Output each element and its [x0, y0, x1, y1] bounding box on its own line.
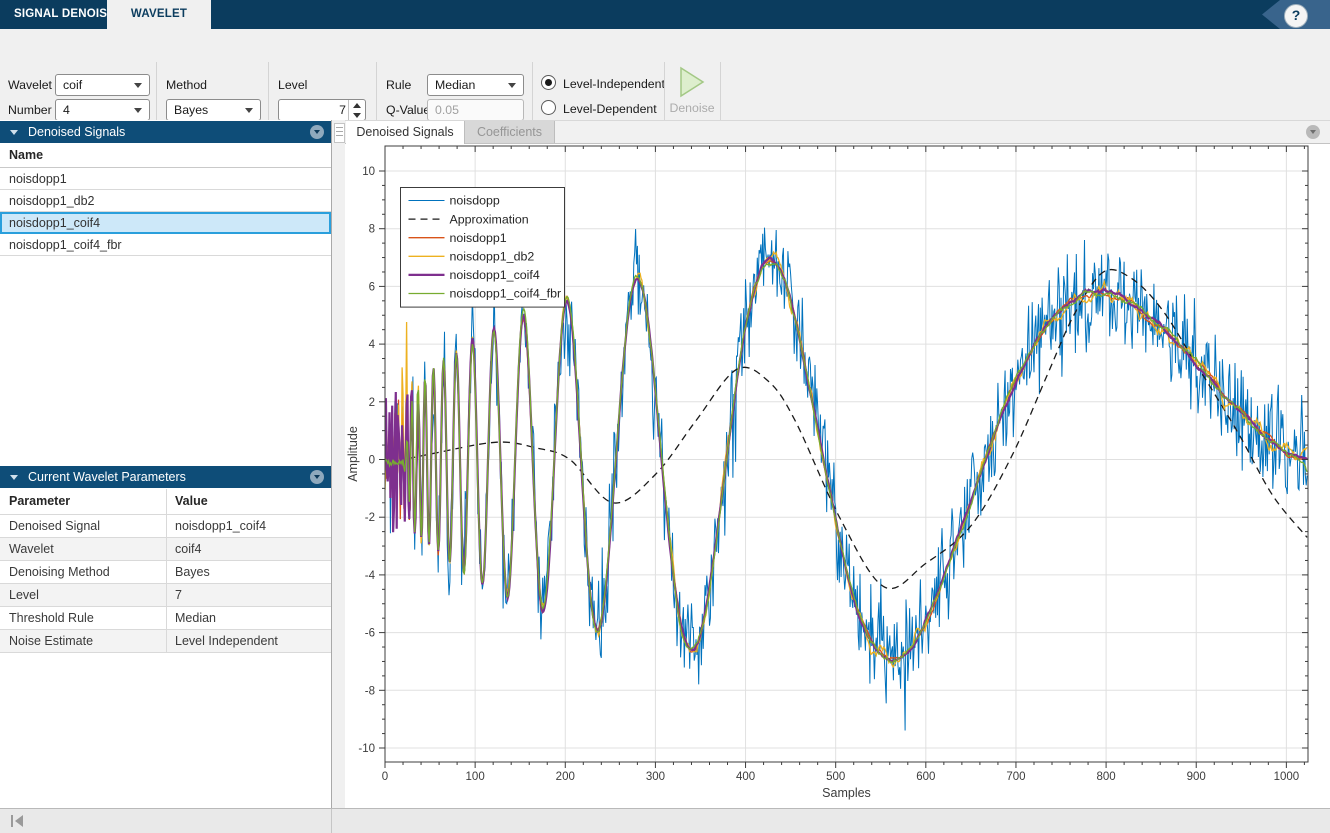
wavelet-label: Wavelet	[8, 74, 52, 96]
qvalue-label: Q-Value	[386, 99, 430, 121]
panel-splitter[interactable]	[332, 120, 345, 808]
spinner-up-icon[interactable]	[349, 100, 365, 110]
y-axis-label: Amplitude	[346, 426, 360, 482]
collapse-left-icon	[15, 815, 23, 827]
y-tick-label: 4	[369, 339, 376, 351]
tab-wavelet[interactable]: WAVELET	[107, 0, 211, 29]
qvalue-input[interactable]: 0.05	[427, 99, 524, 121]
denoised-signals-chart[interactable]: 01002003004005006007008009001000-10-8-6-…	[345, 142, 1330, 806]
parameters-table: ParameterValueDenoised Signalnoisdopp1_c…	[0, 489, 331, 653]
signals-list: noisdopp1noisdopp1_db2noisdopp1_coif4noi…	[0, 168, 331, 256]
wavelet-dropdown[interactable]: coif	[55, 74, 150, 96]
legend-entry: Approximation	[450, 212, 529, 226]
list-item[interactable]: noisdopp1_coif4	[0, 212, 331, 234]
status-bar-divider	[331, 809, 332, 833]
chevron-down-icon	[134, 83, 142, 88]
level-spinner[interactable]: 7	[278, 99, 366, 121]
method-dropdown[interactable]: Bayes	[166, 99, 261, 121]
method-label: Method	[166, 74, 207, 96]
radio-selected-icon	[541, 75, 556, 90]
x-tick-label: 700	[1006, 771, 1025, 783]
plot-tab-denoised-signals[interactable]: Denoised Signals	[346, 121, 465, 144]
legend-entry: noisdopp	[450, 194, 500, 208]
y-tick-label: 2	[369, 397, 375, 409]
table-row: Level7	[0, 584, 331, 607]
table-row: Denoising MethodBayes	[0, 561, 331, 584]
collapse-chevron-icon[interactable]	[10, 130, 18, 135]
level-value: 7	[339, 100, 346, 120]
wavelet-parameters-panel-header[interactable]: Current Wavelet Parameters	[0, 466, 331, 488]
denoise-button-label: Denoise	[664, 101, 720, 115]
help-icon: ?	[1292, 7, 1301, 23]
panel-title: Denoised Signals	[28, 121, 125, 143]
y-tick-label: -8	[365, 685, 375, 697]
legend-entry: noisdopp1	[450, 231, 507, 245]
status-bar	[0, 808, 1330, 833]
x-tick-label: 800	[1097, 771, 1116, 783]
y-tick-label: 8	[369, 224, 375, 236]
chevron-down-icon	[245, 108, 253, 113]
list-item[interactable]: noisdopp1	[0, 168, 331, 190]
list-item[interactable]: noisdopp1_db2	[0, 190, 331, 212]
y-tick-label: -2	[365, 512, 375, 524]
table-header-row: ParameterValue	[0, 489, 331, 515]
y-tick-label: 0	[369, 455, 375, 467]
toolstrip-tab-bar: SIGNAL DENOISER WAVELET ?	[0, 0, 1330, 29]
x-tick-label: 600	[916, 771, 935, 783]
plot-panel-menu-icon[interactable]	[1306, 125, 1320, 139]
y-tick-label: -6	[365, 628, 375, 640]
plot-tab-strip: Denoised SignalsCoefficients	[345, 120, 1330, 144]
list-item[interactable]: noisdopp1_coif4_fbr	[0, 234, 331, 256]
wavelet-signal-denoiser-app: SIGNAL DENOISER WAVELET ? Wavelet coif N…	[0, 0, 1330, 833]
level-label: Level	[278, 74, 307, 96]
denoised-signals-panel-header[interactable]: Denoised Signals	[0, 121, 331, 143]
spinner-down-icon[interactable]	[349, 110, 365, 120]
legend-entry: noisdopp1_coif4	[450, 268, 540, 282]
x-tick-label: 0	[382, 771, 388, 783]
plot-panel: Denoised SignalsCoefficients 01002003004…	[345, 120, 1330, 808]
table-row: Noise EstimateLevel Independent	[0, 630, 331, 653]
number-dropdown[interactable]: 4	[55, 99, 150, 121]
chevron-down-icon	[134, 108, 142, 113]
panel-menu-icon[interactable]	[310, 470, 324, 484]
panel-menu-icon[interactable]	[310, 125, 324, 139]
radio-level-independent[interactable]: Level-Independent	[541, 75, 665, 93]
x-tick-label: 900	[1187, 771, 1206, 783]
help-button[interactable]: ?	[1284, 4, 1308, 28]
denoise-button[interactable]: Denoise	[664, 63, 720, 123]
rule-label: Rule	[386, 74, 411, 96]
chevron-down-icon	[508, 83, 516, 88]
signals-column-header: Name	[0, 143, 331, 168]
legend: noisdopp Approximation noisdopp1 noisdopp1_…	[401, 188, 565, 308]
radio-unselected-icon	[541, 100, 556, 115]
x-tick-label: 200	[556, 771, 575, 783]
splitter-grip-icon[interactable]	[334, 123, 345, 143]
x-tick-label: 100	[466, 771, 485, 783]
y-tick-label: 10	[362, 166, 375, 178]
legend-entry: noisdopp1_coif4_fbr	[450, 287, 562, 301]
collapse-left-panel-button[interactable]	[11, 815, 25, 827]
play-icon	[675, 65, 709, 99]
x-tick-label: 1000	[1274, 771, 1300, 783]
rule-dropdown[interactable]: Median	[427, 74, 524, 96]
x-axis-label: Samples	[822, 786, 871, 800]
y-tick-label: -4	[365, 570, 376, 582]
panel-title: Current Wavelet Parameters	[28, 466, 186, 488]
table-row: Waveletcoif4	[0, 538, 331, 561]
plot-tab-coefficients[interactable]: Coefficients	[465, 121, 555, 143]
x-tick-label: 500	[826, 771, 845, 783]
left-panel-column: Denoised Signals Name noisdopp1noisdopp1…	[0, 120, 332, 808]
table-row: Denoised Signalnoisdopp1_coif4	[0, 515, 331, 538]
x-tick-label: 400	[736, 771, 755, 783]
collapse-chevron-icon[interactable]	[10, 475, 18, 480]
table-row: Threshold RuleMedian	[0, 607, 331, 630]
legend-entry: noisdopp1_db2	[450, 250, 535, 264]
y-tick-label: 6	[369, 281, 375, 293]
x-tick-label: 300	[646, 771, 665, 783]
y-tick-label: -10	[358, 743, 375, 755]
number-label: Number	[8, 99, 52, 121]
ribbon: Wavelet coif Number 4 WAVELET Method Bay…	[0, 29, 1330, 121]
radio-level-dependent[interactable]: Level-Dependent	[541, 100, 657, 118]
